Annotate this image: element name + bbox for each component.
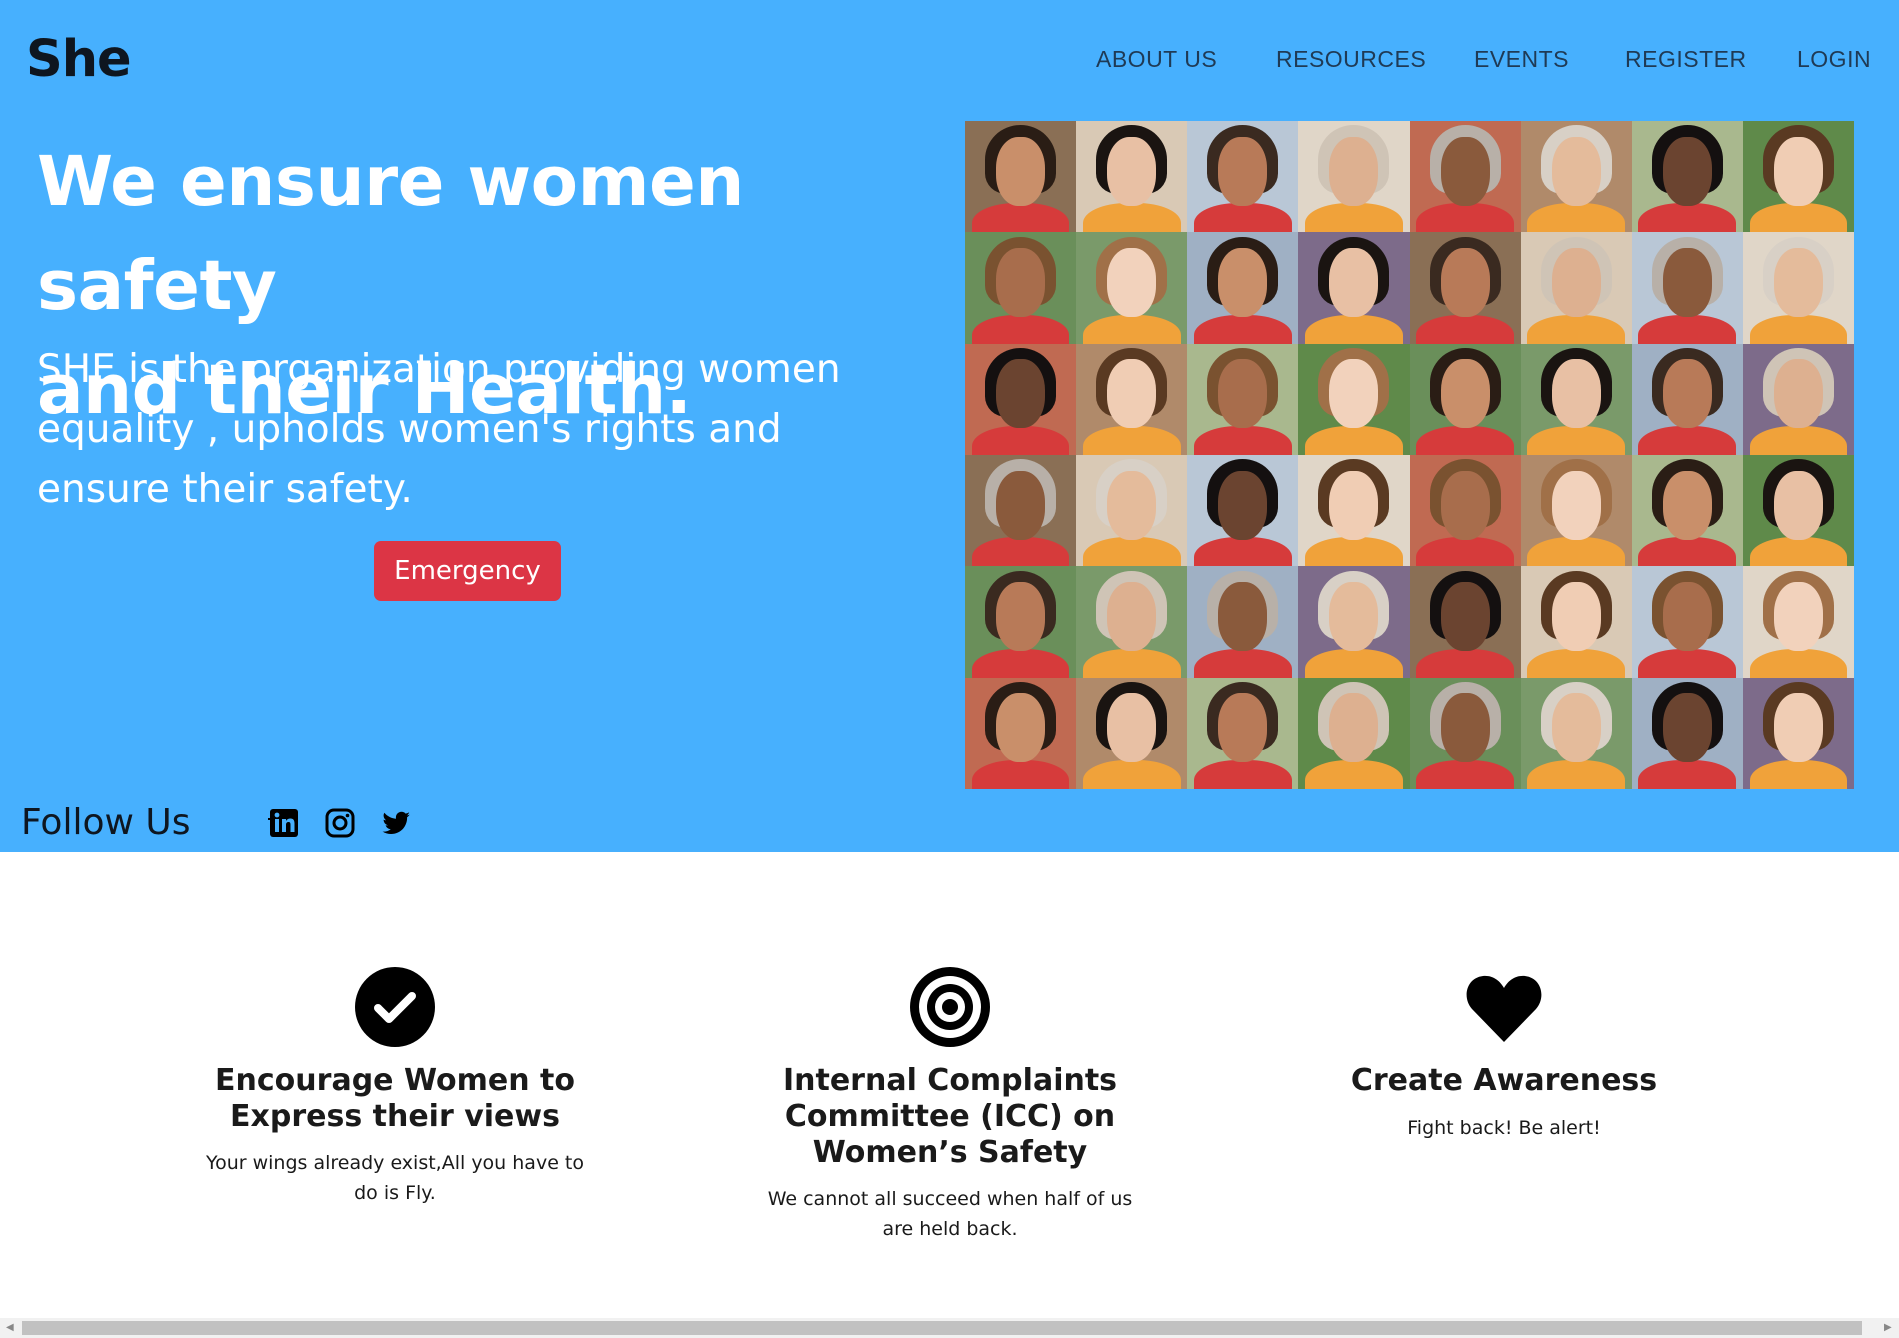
feature-title-encourage: Encourage Women to Express their views bbox=[185, 1063, 605, 1135]
portrait-photo bbox=[1298, 455, 1410, 567]
nav-resources[interactable]: RESOURCES bbox=[1276, 46, 1426, 73]
feature-title-awareness: Create Awareness bbox=[1294, 1063, 1714, 1099]
scroll-left-arrow-icon[interactable]: ◀ bbox=[6, 1322, 14, 1333]
portrait-photo bbox=[1742, 232, 1854, 344]
scrollbar-thumb[interactable] bbox=[22, 1321, 1862, 1335]
portrait-photo bbox=[1298, 121, 1410, 233]
portrait-photo bbox=[1520, 121, 1632, 233]
feature-desc-awareness: Fight back! Be alert! bbox=[1294, 1113, 1714, 1143]
portrait-photo bbox=[1742, 677, 1854, 789]
portrait-photo bbox=[1520, 343, 1632, 455]
portrait-photo bbox=[1631, 455, 1743, 567]
emergency-button[interactable]: Emergency bbox=[374, 541, 561, 601]
portrait-photo bbox=[1298, 343, 1410, 455]
portrait-photo bbox=[1187, 455, 1299, 567]
portrait-photo bbox=[1076, 343, 1188, 455]
portrait-photo bbox=[1076, 566, 1188, 678]
women-photo-mosaic bbox=[965, 121, 1854, 789]
hero-description-line3: ensure their safety. bbox=[37, 467, 413, 512]
portrait-photo bbox=[1187, 232, 1299, 344]
portrait-photo bbox=[1187, 677, 1299, 789]
portrait-photo bbox=[965, 232, 1077, 344]
feature-title-line: Express their views bbox=[230, 1099, 560, 1134]
feature-title-line: Create Awareness bbox=[1350, 1063, 1658, 1098]
portrait-photo bbox=[1298, 677, 1410, 789]
portrait-photo bbox=[1742, 566, 1854, 678]
portrait-photo bbox=[965, 677, 1077, 789]
hero-section: She ABOUT US RESOURCES EVENTS REGISTER L… bbox=[0, 0, 1899, 852]
feature-desc-line: We cannot all succeed when half of us bbox=[767, 1188, 1133, 1210]
portrait-photo bbox=[1520, 677, 1632, 789]
nav-login[interactable]: LOGIN bbox=[1797, 46, 1871, 73]
portrait-photo bbox=[1409, 677, 1521, 789]
portrait-photo bbox=[1631, 343, 1743, 455]
portrait-photo bbox=[1742, 343, 1854, 455]
portrait-photo bbox=[965, 121, 1077, 233]
feature-desc-line: do is Fly. bbox=[354, 1182, 436, 1204]
target-icon bbox=[909, 966, 991, 1048]
linkedin-icon[interactable] bbox=[260, 807, 300, 839]
feature-title-icc: Internal Complaints Committee (ICC) on W… bbox=[740, 1063, 1160, 1171]
portrait-photo bbox=[1076, 121, 1188, 233]
portrait-photo bbox=[1409, 121, 1521, 233]
portrait-photo bbox=[1076, 455, 1188, 567]
portrait-photo bbox=[1631, 566, 1743, 678]
portrait-photo bbox=[1631, 232, 1743, 344]
feature-desc-line: Fight back! Be alert! bbox=[1407, 1117, 1601, 1139]
portrait-photo bbox=[965, 566, 1077, 678]
heart-icon bbox=[1463, 966, 1545, 1048]
portrait-photo bbox=[965, 343, 1077, 455]
hero-description: SHE is the organization providing women … bbox=[37, 340, 937, 520]
hero-description-line1: SHE is the organization providing women bbox=[37, 347, 841, 392]
portrait-photo bbox=[1631, 677, 1743, 789]
hero-headline-line1: We ensure women safety bbox=[37, 142, 744, 326]
portrait-photo bbox=[1187, 121, 1299, 233]
feature-desc-icc: We cannot all succeed when half of us ar… bbox=[740, 1184, 1160, 1244]
portrait-photo bbox=[1631, 121, 1743, 233]
portrait-photo bbox=[1187, 343, 1299, 455]
instagram-icon[interactable] bbox=[324, 807, 356, 839]
portrait-photo bbox=[965, 455, 1077, 567]
portrait-photo bbox=[1409, 455, 1521, 567]
portrait-photo bbox=[1076, 232, 1188, 344]
feature-title-line: Women’s Safety bbox=[812, 1135, 1088, 1170]
twitter-icon[interactable] bbox=[380, 807, 412, 839]
horizontal-scrollbar[interactable]: ◀ ▶ bbox=[0, 1318, 1899, 1338]
portrait-photo bbox=[1520, 566, 1632, 678]
portrait-photo bbox=[1409, 232, 1521, 344]
portrait-photo bbox=[1298, 566, 1410, 678]
hero-description-line2: equality , upholds women's rights and bbox=[37, 407, 782, 452]
follow-us-label: Follow Us bbox=[21, 802, 191, 843]
feature-desc-encourage: Your wings already exist,All you have to… bbox=[185, 1148, 605, 1208]
portrait-photo bbox=[1076, 677, 1188, 789]
feature-desc-line: Your wings already exist,All you have to bbox=[206, 1152, 584, 1174]
portrait-photo bbox=[1520, 232, 1632, 344]
check-circle-icon bbox=[354, 966, 436, 1048]
scroll-right-arrow-icon[interactable]: ▶ bbox=[1884, 1322, 1892, 1333]
portrait-photo bbox=[1409, 343, 1521, 455]
portrait-photo bbox=[1298, 232, 1410, 344]
portrait-photo bbox=[1742, 121, 1854, 233]
portrait-photo bbox=[1742, 455, 1854, 567]
portrait-photo bbox=[1520, 455, 1632, 567]
feature-title-line: Encourage Women to bbox=[215, 1063, 575, 1098]
portrait-photo bbox=[1409, 566, 1521, 678]
nav-register[interactable]: REGISTER bbox=[1625, 46, 1747, 73]
feature-title-line: Committee (ICC) on bbox=[784, 1099, 1116, 1134]
nav-events[interactable]: EVENTS bbox=[1474, 46, 1569, 73]
feature-desc-line: are held back. bbox=[882, 1218, 1018, 1240]
portrait-photo bbox=[1187, 566, 1299, 678]
brand-logo[interactable]: She bbox=[26, 30, 132, 89]
nav-about-us[interactable]: ABOUT US bbox=[1096, 46, 1217, 73]
feature-title-line: Internal Complaints bbox=[782, 1063, 1118, 1098]
